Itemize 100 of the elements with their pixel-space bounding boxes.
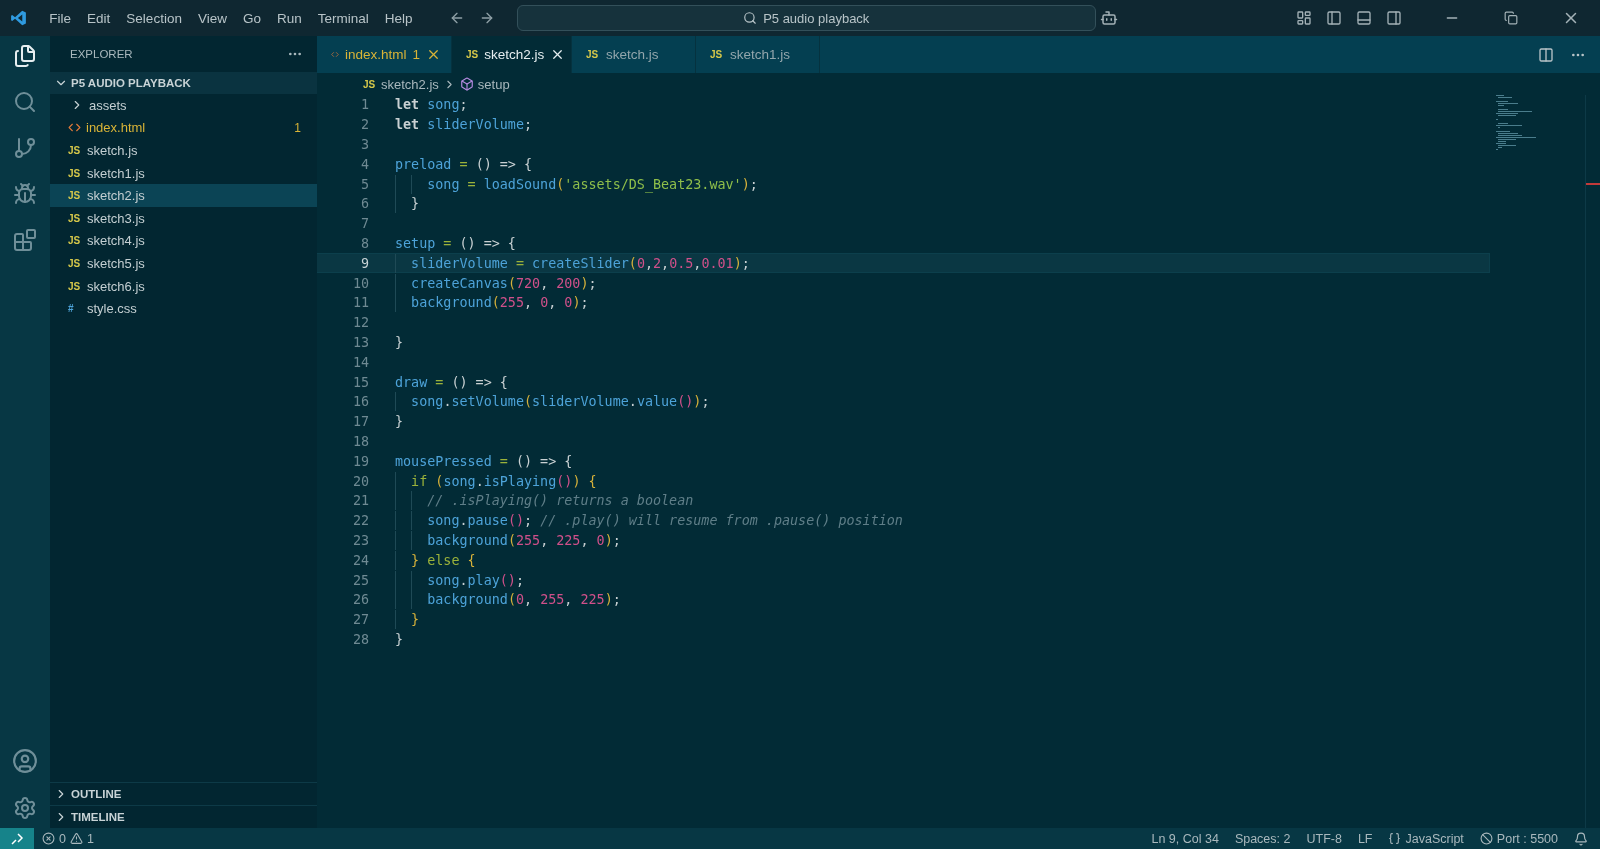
code-line: song.play(); xyxy=(395,572,524,588)
bug-icon[interactable] xyxy=(13,182,37,206)
cursor-position[interactable]: Ln 9, Col 34 xyxy=(1143,831,1227,846)
line-number: 17 xyxy=(351,414,369,430)
menu-item[interactable]: Run xyxy=(268,7,310,29)
editor-tab[interactable]: JS sketch1.js xyxy=(696,36,820,73)
code-line: } xyxy=(395,334,404,350)
line-number: 24 xyxy=(351,552,369,568)
panel-right-icon[interactable] xyxy=(1386,10,1402,26)
code-line: if (song.isPlaying()) { xyxy=(395,473,597,489)
line-number: 22 xyxy=(351,513,369,529)
code-line: background(0, 255, 225); xyxy=(395,592,621,608)
remote-icon xyxy=(10,831,24,846)
line-number: 27 xyxy=(351,612,369,628)
panel-bottom-icon[interactable] xyxy=(1356,10,1372,26)
breadcrumb-item[interactable]: sketch2.js xyxy=(381,76,439,92)
settings-icon[interactable] xyxy=(13,796,37,820)
code-line: createCanvas(720, 200); xyxy=(395,275,597,291)
menu-item[interactable]: Go xyxy=(234,7,269,29)
branch-icon[interactable] xyxy=(13,136,37,160)
error-icon xyxy=(42,832,55,845)
file-tree-item[interactable]: index.html 1 xyxy=(50,116,317,140)
code-line: } else { xyxy=(395,552,476,568)
line-number: 3 xyxy=(359,137,369,152)
code-line: } xyxy=(395,414,404,430)
code-line: song = loadSound('assets/DS_Beat23.wav'); xyxy=(395,176,758,192)
code-line: let song; xyxy=(395,97,468,113)
js-icon: JS xyxy=(68,235,82,247)
file-tree-item[interactable]: JS sketch6.js xyxy=(50,274,317,298)
panel-left-icon[interactable] xyxy=(1326,10,1342,26)
line-number: 1 xyxy=(359,97,369,113)
menu-item[interactable]: Terminal xyxy=(309,7,377,29)
line-number: 6 xyxy=(359,196,369,212)
code-line: background(255, 0, 0); xyxy=(395,295,589,311)
warning-icon xyxy=(69,832,83,845)
line-number: 25 xyxy=(351,572,369,588)
menu-item[interactable]: File xyxy=(41,7,80,29)
restore-icon[interactable] xyxy=(1504,11,1518,25)
file-tree-item[interactable]: JS sketch5.js xyxy=(50,252,317,275)
file-tree-item[interactable]: JS sketch.js xyxy=(50,139,317,162)
robot-icon[interactable] xyxy=(1100,9,1118,27)
line-number: 15 xyxy=(351,374,369,390)
line-number: 21 xyxy=(351,493,369,509)
js-icon: JS xyxy=(68,257,82,269)
extensions-icon[interactable] xyxy=(13,228,37,252)
line-number: 19 xyxy=(351,453,369,469)
file-tree-item[interactable]: JS sketch1.js xyxy=(50,161,317,185)
menu-item[interactable]: Edit xyxy=(79,7,119,29)
editor-tab[interactable]: JS sketch.js xyxy=(572,36,696,73)
files-icon[interactable] xyxy=(13,44,37,68)
breadcrumb-item[interactable]: setup xyxy=(477,76,510,92)
port-status[interactable]: Port : 5500 xyxy=(1471,831,1566,846)
js-icon: JS xyxy=(466,49,479,60)
line-number: 28 xyxy=(351,631,369,647)
encoding-status[interactable]: UTF-8 xyxy=(1298,831,1350,846)
line-ending-status[interactable]: LF xyxy=(1349,831,1381,846)
search-icon[interactable] xyxy=(13,90,37,114)
js-icon: JS xyxy=(68,167,82,179)
folder-header[interactable]: P5 AUDIO PLAYBACK xyxy=(50,72,317,94)
menu-item[interactable]: Selection xyxy=(118,7,190,29)
indentation-status[interactable]: Spaces: 2 xyxy=(1226,831,1299,846)
code-line: song.pause(); // .play() will resume from .pause() position xyxy=(395,513,903,529)
menu-item[interactable]: Help xyxy=(376,7,421,29)
language-status[interactable]: JavaScript xyxy=(1380,831,1472,846)
account-icon[interactable] xyxy=(12,748,38,774)
code-line: draw = () => { xyxy=(395,374,508,390)
layout-icon[interactable] xyxy=(1296,10,1312,26)
line-number: 11 xyxy=(351,295,369,311)
line-number: 5 xyxy=(359,176,369,192)
code-line: } xyxy=(395,612,420,628)
file-tree-item[interactable]: # style.css xyxy=(50,297,317,320)
line-number: 8 xyxy=(359,235,369,251)
command-search-field[interactable]: P5 audio playback xyxy=(516,5,1096,31)
line-number: 10 xyxy=(351,275,369,291)
js-icon: JS xyxy=(68,280,82,292)
code-line: mousePressed = () => { xyxy=(395,453,573,469)
line-number: 9 xyxy=(359,255,369,271)
js-icon: JS xyxy=(710,49,724,60)
cube-icon xyxy=(459,77,474,91)
code-line: sliderVolume = createSlider(0,2,0.5,0.01); xyxy=(395,255,750,271)
line-number: 23 xyxy=(351,532,369,548)
search-icon xyxy=(743,11,758,25)
file-tree-item[interactable]: JS sketch2.js xyxy=(50,184,317,207)
js-icon: JS xyxy=(68,190,82,202)
line-number: 26 xyxy=(351,592,369,608)
file-tree-item[interactable]: assets xyxy=(50,94,317,117)
bell-icon[interactable] xyxy=(1574,831,1588,846)
panel-header[interactable]: OUTLINE xyxy=(50,782,317,805)
file-tree-item[interactable]: JS sketch3.js xyxy=(50,206,317,230)
file-tree-item[interactable]: JS sketch4.js xyxy=(50,229,317,253)
menu-item[interactable]: View xyxy=(189,7,235,29)
split-editor-icon[interactable] xyxy=(1538,46,1554,63)
close-icon[interactable] xyxy=(426,47,441,62)
problems-indicator[interactable]: 0 1 xyxy=(34,831,102,846)
editor-tab[interactable]: JS sketch2.js xyxy=(452,36,572,73)
line-number: 16 xyxy=(351,394,369,410)
no-entry-icon xyxy=(1479,832,1493,845)
line-number: 14 xyxy=(351,354,369,370)
code-line: let sliderVolume; xyxy=(395,117,533,133)
js-icon: JS xyxy=(68,212,82,224)
